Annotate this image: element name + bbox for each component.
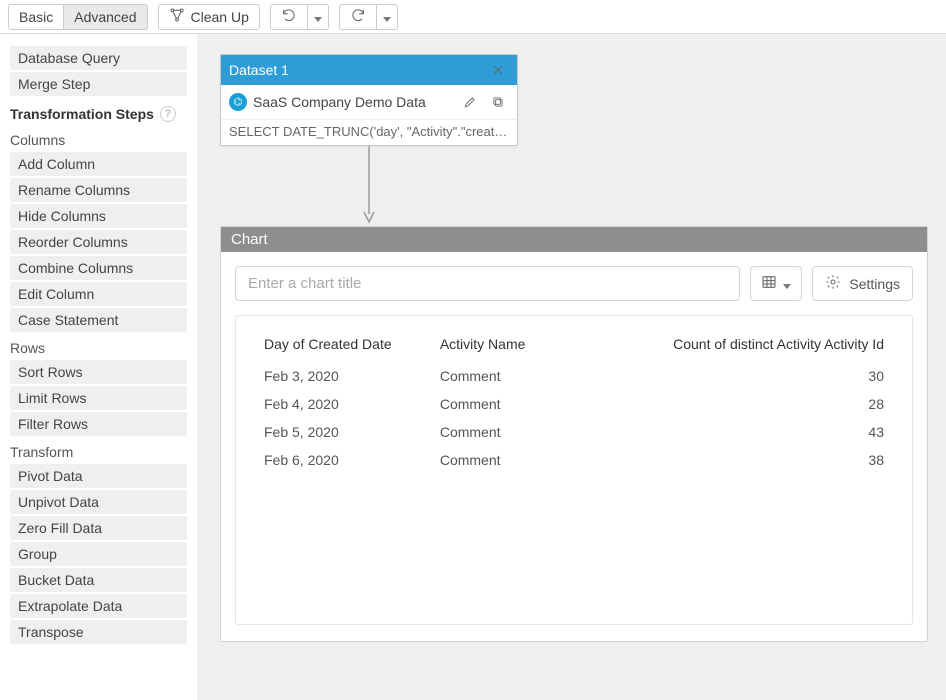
chart-settings-button[interactable]: Settings — [812, 266, 913, 301]
sidebar-group-transform: Transform — [0, 438, 197, 462]
undo-button[interactable] — [270, 4, 308, 30]
sidebar-item-case-statement[interactable]: Case Statement — [10, 308, 187, 332]
table-cell: Feb 6, 2020 — [260, 446, 436, 474]
table-view-icon — [761, 274, 777, 293]
redo-dropdown[interactable] — [376, 4, 398, 30]
table-cell: Comment — [436, 418, 637, 446]
sidebar-item-rename-columns[interactable]: Rename Columns — [10, 178, 187, 202]
sidebar-item-transpose[interactable]: Transpose — [10, 620, 187, 644]
redo-icon — [350, 7, 366, 26]
settings-label: Settings — [849, 276, 900, 292]
chevron-down-icon — [383, 9, 391, 25]
table-cell: 38 — [637, 446, 888, 474]
sidebar-item-reorder-columns[interactable]: Reorder Columns — [10, 230, 187, 254]
edit-icon[interactable] — [459, 91, 481, 113]
sidebar-item-filter-rows[interactable]: Filter Rows — [10, 412, 187, 436]
datasource-icon: ⌬ — [229, 93, 247, 111]
toolbar: Basic Advanced Clean Up — [0, 0, 946, 34]
dataset-sql-preview: SELECT DATE_TRUNC('day', "Activity"."cre… — [221, 120, 517, 145]
gear-icon — [825, 274, 841, 293]
table-cell: 43 — [637, 418, 888, 446]
connector-arrow — [220, 146, 518, 226]
undo-dropdown[interactable] — [307, 4, 329, 30]
table-row[interactable]: Feb 3, 2020Comment30 — [260, 362, 888, 390]
table-row[interactable]: Feb 4, 2020Comment28 — [260, 390, 888, 418]
sidebar-item-limit-rows[interactable]: Limit Rows — [10, 386, 187, 410]
redo-group — [339, 4, 398, 30]
dataset-node-header[interactable]: Dataset 1 — [221, 55, 517, 85]
table-cell: Feb 3, 2020 — [260, 362, 436, 390]
chart-type-dropdown[interactable] — [750, 266, 802, 301]
table-cell: Comment — [436, 446, 637, 474]
sidebar-item-combine-columns[interactable]: Combine Columns — [10, 256, 187, 280]
sidebar: Database QueryMerge StepTransformation S… — [0, 34, 198, 700]
sidebar-item-database-query[interactable]: Database Query — [10, 46, 187, 70]
advanced-tab[interactable]: Advanced — [63, 4, 147, 30]
table-cell: Comment — [436, 390, 637, 418]
column-header[interactable]: Count of distinct Activity Activity Id — [637, 330, 888, 362]
basic-tab[interactable]: Basic — [8, 4, 64, 30]
network-icon — [169, 7, 185, 26]
chevron-down-icon — [314, 9, 322, 25]
undo-group — [270, 4, 329, 30]
dataset-node[interactable]: Dataset 1 ⌬ SaaS Company Demo Data SELEC… — [220, 54, 518, 146]
dataset-title: Dataset 1 — [229, 62, 289, 78]
transformation-steps-heading: Transformation Steps? — [0, 98, 197, 126]
data-table: Day of Created DateActivity NameCount of… — [260, 330, 888, 474]
sidebar-item-edit-column[interactable]: Edit Column — [10, 282, 187, 306]
close-icon[interactable] — [487, 59, 509, 81]
table-cell: Feb 4, 2020 — [260, 390, 436, 418]
sidebar-item-bucket-data[interactable]: Bucket Data — [10, 568, 187, 592]
datasource-name: SaaS Company Demo Data — [253, 94, 426, 110]
help-icon[interactable]: ? — [160, 106, 176, 122]
chart-data-area: Day of Created DateActivity NameCount of… — [235, 315, 913, 625]
sidebar-item-unpivot-data[interactable]: Unpivot Data — [10, 490, 187, 514]
undo-icon — [281, 7, 297, 26]
sidebar-item-merge-step[interactable]: Merge Step — [10, 72, 187, 96]
column-header[interactable]: Activity Name — [436, 330, 637, 362]
table-cell: 30 — [637, 362, 888, 390]
sidebar-item-add-column[interactable]: Add Column — [10, 152, 187, 176]
table-row[interactable]: Feb 5, 2020Comment43 — [260, 418, 888, 446]
chart-panel: Chart Settings — [220, 226, 928, 642]
chart-title-input[interactable] — [235, 266, 740, 301]
table-cell: 28 — [637, 390, 888, 418]
sidebar-item-extrapolate-data[interactable]: Extrapolate Data — [10, 594, 187, 618]
duplicate-icon[interactable] — [487, 91, 509, 113]
column-header[interactable]: Day of Created Date — [260, 330, 436, 362]
cleanup-button[interactable]: Clean Up — [158, 4, 260, 30]
table-cell: Feb 5, 2020 — [260, 418, 436, 446]
sidebar-item-group[interactable]: Group — [10, 542, 187, 566]
sidebar-group-columns: Columns — [0, 126, 197, 150]
redo-button[interactable] — [339, 4, 377, 30]
sidebar-item-hide-columns[interactable]: Hide Columns — [10, 204, 187, 228]
table-cell: Comment — [436, 362, 637, 390]
table-row[interactable]: Feb 6, 2020Comment38 — [260, 446, 888, 474]
sidebar-item-sort-rows[interactable]: Sort Rows — [10, 360, 187, 384]
sidebar-item-zero-fill-data[interactable]: Zero Fill Data — [10, 516, 187, 540]
canvas[interactable]: Dataset 1 ⌬ SaaS Company Demo Data SELEC… — [198, 34, 946, 700]
sidebar-item-pivot-data[interactable]: Pivot Data — [10, 464, 187, 488]
sidebar-group-rows: Rows — [0, 334, 197, 358]
cleanup-label: Clean Up — [191, 9, 249, 25]
chart-panel-header[interactable]: Chart — [221, 227, 927, 252]
chevron-down-icon — [783, 276, 791, 292]
mode-toggle: Basic Advanced — [8, 4, 148, 30]
